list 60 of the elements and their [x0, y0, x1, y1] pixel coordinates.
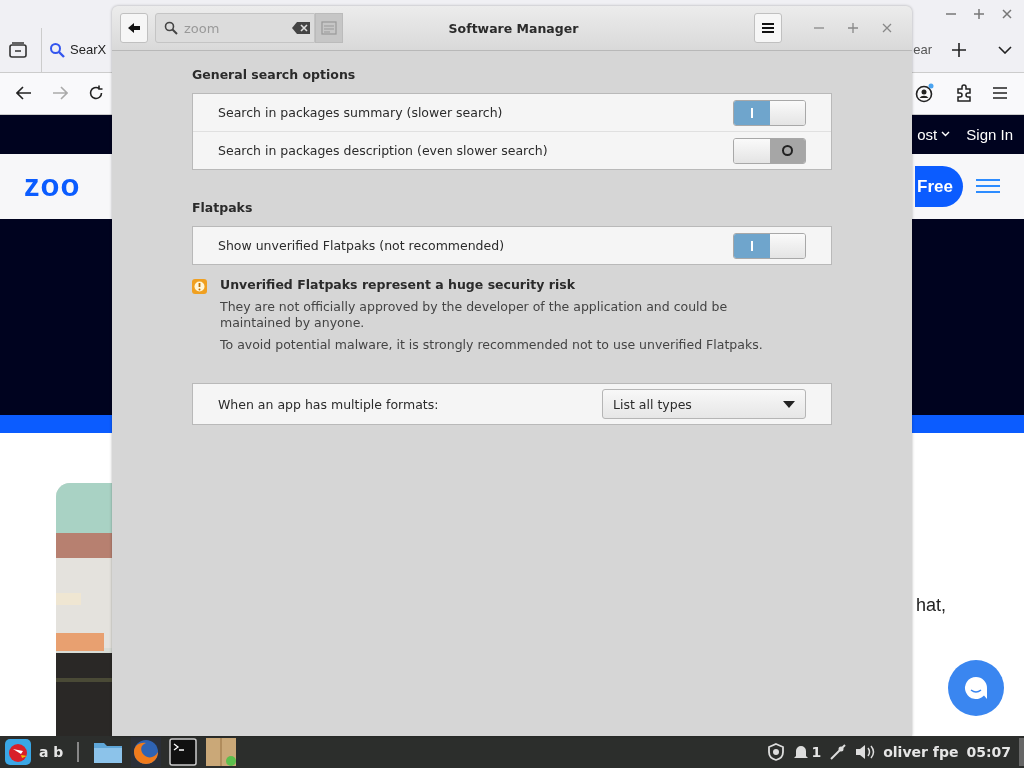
- warning-text: To avoid potential malware, it is strongly recommended not to use unverified Flatpaks.: [220, 337, 764, 353]
- warning-title: Unverified Flatpaks represent a huge security risk: [220, 277, 576, 292]
- chat-icon: [963, 675, 989, 701]
- format-dropdown[interactable]: List all types: [602, 389, 806, 419]
- setting-label: Search in packages summary (slower search): [218, 105, 503, 120]
- cta-button[interactable]: Free: [915, 165, 963, 207]
- chat-button[interactable]: [948, 660, 1004, 716]
- extensions-icon[interactable]: [955, 84, 973, 103]
- new-tab-icon[interactable]: [952, 42, 966, 57]
- forward-icon: [52, 86, 68, 101]
- account-icon[interactable]: [915, 83, 935, 104]
- section-heading: General search options: [192, 67, 357, 82]
- close-icon[interactable]: [882, 23, 892, 33]
- menu-label[interactable]: a b: [39, 744, 64, 760]
- back-button[interactable]: [120, 13, 148, 43]
- tab-list-icon[interactable]: [9, 41, 27, 58]
- toggle-switch[interactable]: [733, 99, 806, 126]
- maximize-icon[interactable]: [973, 7, 985, 20]
- search-icon: [49, 41, 65, 58]
- section-heading: Flatpaks: [192, 200, 254, 215]
- package-icon[interactable]: [205, 737, 238, 767]
- notification-count: 1: [811, 744, 822, 760]
- browser-tab[interactable]: ear: [913, 42, 932, 58]
- menu-button[interactable]: [754, 13, 782, 43]
- chevron-down-icon[interactable]: [998, 45, 1012, 54]
- maximize-icon[interactable]: [848, 23, 858, 33]
- warning-icon: [192, 279, 207, 294]
- nav-link[interactable]: ost: [917, 125, 938, 143]
- volume-icon[interactable]: [855, 744, 876, 760]
- body-text: hat,: [915, 595, 946, 616]
- bird-icon[interactable]: [5, 739, 31, 765]
- setting-label: When an app has multiple formats:: [218, 396, 439, 412]
- clear-icon[interactable]: [292, 22, 310, 34]
- toggle-switch[interactable]: [733, 137, 806, 164]
- plug-icon[interactable]: [829, 743, 848, 761]
- dropdown-arrow-icon: [783, 400, 795, 408]
- search-icon: [164, 21, 178, 35]
- window-title: Software Manager: [447, 20, 580, 36]
- menu-icon[interactable]: [976, 178, 1000, 195]
- bell-icon[interactable]: [793, 744, 810, 760]
- folder-icon[interactable]: [93, 740, 124, 764]
- setting-label: Show unverified Flatpaks (not recommended): [218, 238, 505, 253]
- back-icon[interactable]: [16, 86, 32, 101]
- terminal-icon[interactable]: [169, 738, 198, 766]
- sign-in-link[interactable]: Sign In: [966, 125, 1013, 143]
- clock[interactable]: 05:07: [966, 744, 1011, 760]
- toggle-switch[interactable]: [733, 232, 806, 259]
- shield-icon[interactable]: [767, 743, 786, 761]
- reload-icon[interactable]: [88, 85, 104, 102]
- warning-text: They are not officially approved by the developer of the application and could be maintained by anyone.: [220, 299, 729, 331]
- user-name[interactable]: oliver fpe: [883, 744, 959, 760]
- back-arrow-icon: [128, 23, 140, 33]
- browser-icon[interactable]: [131, 737, 162, 767]
- list-icon: [321, 21, 337, 35]
- menu-icon: [762, 23, 774, 33]
- chevron-down-icon: [941, 131, 951, 138]
- menu-icon[interactable]: [993, 87, 1007, 100]
- close-icon[interactable]: [1001, 7, 1013, 20]
- site-logo[interactable]: zoo: [24, 168, 81, 205]
- setting-label: Search in packages description (even slower search): [218, 143, 548, 158]
